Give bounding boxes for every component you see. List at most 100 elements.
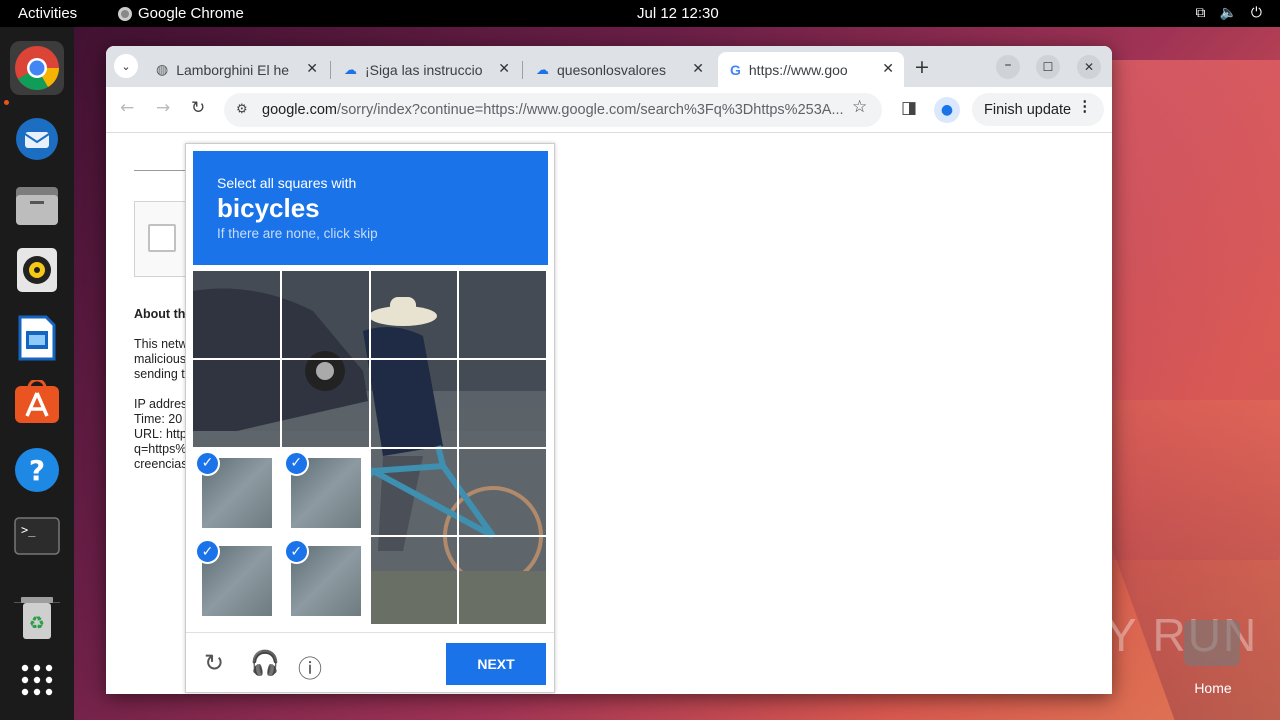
minimize-icon[interactable]: – xyxy=(996,55,1020,79)
app-center-icon xyxy=(15,380,59,423)
audio-challenge-icon[interactable]: 🎧 xyxy=(250,649,280,677)
close-window-icon[interactable]: ✕ xyxy=(1077,55,1101,79)
check-icon: ✓ xyxy=(283,539,309,565)
dock-chrome[interactable] xyxy=(10,41,64,95)
tab-1[interactable]: ◍ Lamborghini El he ✕ xyxy=(144,52,328,87)
finish-update-button[interactable]: Finish update ⋮ xyxy=(972,93,1104,126)
tab-separator xyxy=(330,61,331,79)
captcha-tile[interactable] xyxy=(370,448,460,538)
bookmark-star-icon[interactable]: ☆ xyxy=(852,97,867,117)
captcha-tile[interactable] xyxy=(459,537,548,626)
captcha-footer: ↻ 🎧 ⓘ NEXT xyxy=(186,632,554,692)
captcha-hint: If there are none, click skip xyxy=(217,226,378,241)
chrome-small-icon xyxy=(118,6,132,21)
dock-terminal[interactable]: >_ xyxy=(10,509,64,563)
reload-icon[interactable]: ↻ xyxy=(191,98,205,118)
captcha-tile[interactable] xyxy=(459,271,548,360)
tab-title: quesonlosvalores xyxy=(557,61,666,78)
forward-icon[interactable]: → xyxy=(156,98,170,118)
home-label: Home xyxy=(1194,680,1232,696)
dock-app-center[interactable] xyxy=(10,375,64,429)
top-bar: Activities Google Chrome Jul 12 12:30 ⧉ … xyxy=(0,0,1280,27)
tab-strip: ⌄ ◍ Lamborghini El he ✕ ☁ ¡Siga las inst… xyxy=(106,46,1112,87)
more-vert-icon: ⋮ xyxy=(1077,99,1093,115)
dock-help[interactable]: ? xyxy=(10,443,64,497)
clock[interactable]: Jul 12 12:30 xyxy=(637,5,719,22)
para-line: This netw xyxy=(134,337,188,351)
power-icon: ⏻ xyxy=(1250,4,1262,20)
captcha-tile[interactable] xyxy=(370,359,460,449)
captcha-tile[interactable] xyxy=(370,271,460,360)
dock-writer[interactable] xyxy=(10,311,64,365)
finish-update-label: Finish update xyxy=(984,101,1072,118)
captcha-tile[interactable] xyxy=(459,359,548,449)
terminal-icon: >_ xyxy=(14,517,60,555)
tab-4[interactable]: G https://www.goo ✕ xyxy=(718,52,904,87)
dock-app-grid[interactable] xyxy=(10,653,64,707)
svg-text:>_: >_ xyxy=(21,523,36,537)
app-menu[interactable]: Google Chrome xyxy=(118,5,244,22)
app-name: Google Chrome xyxy=(138,5,244,22)
captcha-tile[interactable]: ✓ xyxy=(281,537,371,626)
side-panel-icon[interactable]: ◨ xyxy=(901,98,917,118)
about-heading: About th xyxy=(134,307,186,321)
tab-search-icon[interactable]: ⌄ xyxy=(114,54,138,78)
close-tab-icon[interactable]: ✕ xyxy=(692,60,704,77)
dock-files[interactable] xyxy=(10,179,64,233)
captcha-tile[interactable] xyxy=(281,359,371,449)
back-icon[interactable]: ← xyxy=(120,98,134,118)
home-folder[interactable]: Home xyxy=(1184,620,1242,700)
close-tab-icon[interactable]: ✕ xyxy=(306,60,318,77)
captcha-tile[interactable] xyxy=(193,359,282,449)
profile-avatar-icon[interactable]: ● xyxy=(934,97,960,123)
para-line: malicious xyxy=(134,352,187,366)
address-bar[interactable]: ⚙ google.com/sorry/index?continue=https:… xyxy=(224,93,882,127)
captcha-grid: ✓ ✓ ✓ ✓ xyxy=(193,271,548,626)
thunderbird-icon xyxy=(16,118,58,160)
next-button[interactable]: NEXT xyxy=(446,643,546,685)
svg-text:?: ? xyxy=(29,454,45,487)
para-line: sending t xyxy=(134,367,185,381)
captcha-target: bicycles xyxy=(217,193,320,223)
captcha-tile[interactable]: ✓ xyxy=(193,448,282,538)
writer-icon xyxy=(18,315,56,361)
captcha-tile[interactable] xyxy=(281,271,371,360)
tab-3[interactable]: ☁ quesonlosvalores ✕ xyxy=(524,52,714,87)
captcha-tile[interactable]: ✓ xyxy=(281,448,371,538)
dock-rhythmbox[interactable] xyxy=(10,243,64,297)
reload-challenge-icon[interactable]: ↻ xyxy=(204,649,224,677)
tab-2[interactable]: ☁ ¡Siga las instruccio ✕ xyxy=(332,52,520,87)
captcha-challenge: Select all squares with bicycles If ther… xyxy=(185,143,555,693)
dock-thunderbird[interactable] xyxy=(10,111,64,165)
info-icon[interactable]: ⓘ xyxy=(298,649,322,684)
new-tab-icon[interactable]: + xyxy=(914,56,930,78)
url-path: /sorry/index?continue=https://www.google… xyxy=(336,102,844,118)
info-line: creencias xyxy=(134,457,188,471)
network-icon: ⧉ xyxy=(1195,4,1206,20)
recaptcha-checkbox[interactable] xyxy=(148,224,176,252)
check-icon: ✓ xyxy=(195,450,220,476)
info-line: q=https% xyxy=(134,442,187,456)
close-tab-icon[interactable]: ✕ xyxy=(882,60,894,77)
maximize-icon[interactable]: ☐ xyxy=(1036,55,1060,79)
dock-trash[interactable]: ♻ xyxy=(10,591,64,645)
tab-separator xyxy=(522,61,523,79)
cloud-download-icon: ☁ xyxy=(536,61,549,77)
captcha-tile[interactable] xyxy=(459,448,548,538)
activities-button[interactable]: Activities xyxy=(18,5,77,22)
chrome-icon xyxy=(15,46,59,90)
captcha-tile[interactable]: ✓ xyxy=(193,537,282,626)
app-grid-icon xyxy=(21,664,53,696)
captcha-tile[interactable] xyxy=(370,537,460,626)
tab-title: Lamborghini El he xyxy=(176,61,290,78)
system-tray[interactable]: ⧉ 🔈 ⏻ xyxy=(1195,4,1262,21)
captcha-tile[interactable] xyxy=(193,271,282,360)
tab-title: https://www.goo xyxy=(748,61,848,78)
url-host: google.com xyxy=(262,102,337,118)
volume-icon: 🔈 xyxy=(1219,4,1237,20)
site-info-icon[interactable]: ⚙ xyxy=(236,101,248,117)
cloud-download-icon: ☁ xyxy=(344,61,357,77)
dock: ? >_ ♻ xyxy=(0,27,74,720)
close-tab-icon[interactable]: ✕ xyxy=(498,60,510,77)
globe-icon: ◍ xyxy=(156,61,169,77)
